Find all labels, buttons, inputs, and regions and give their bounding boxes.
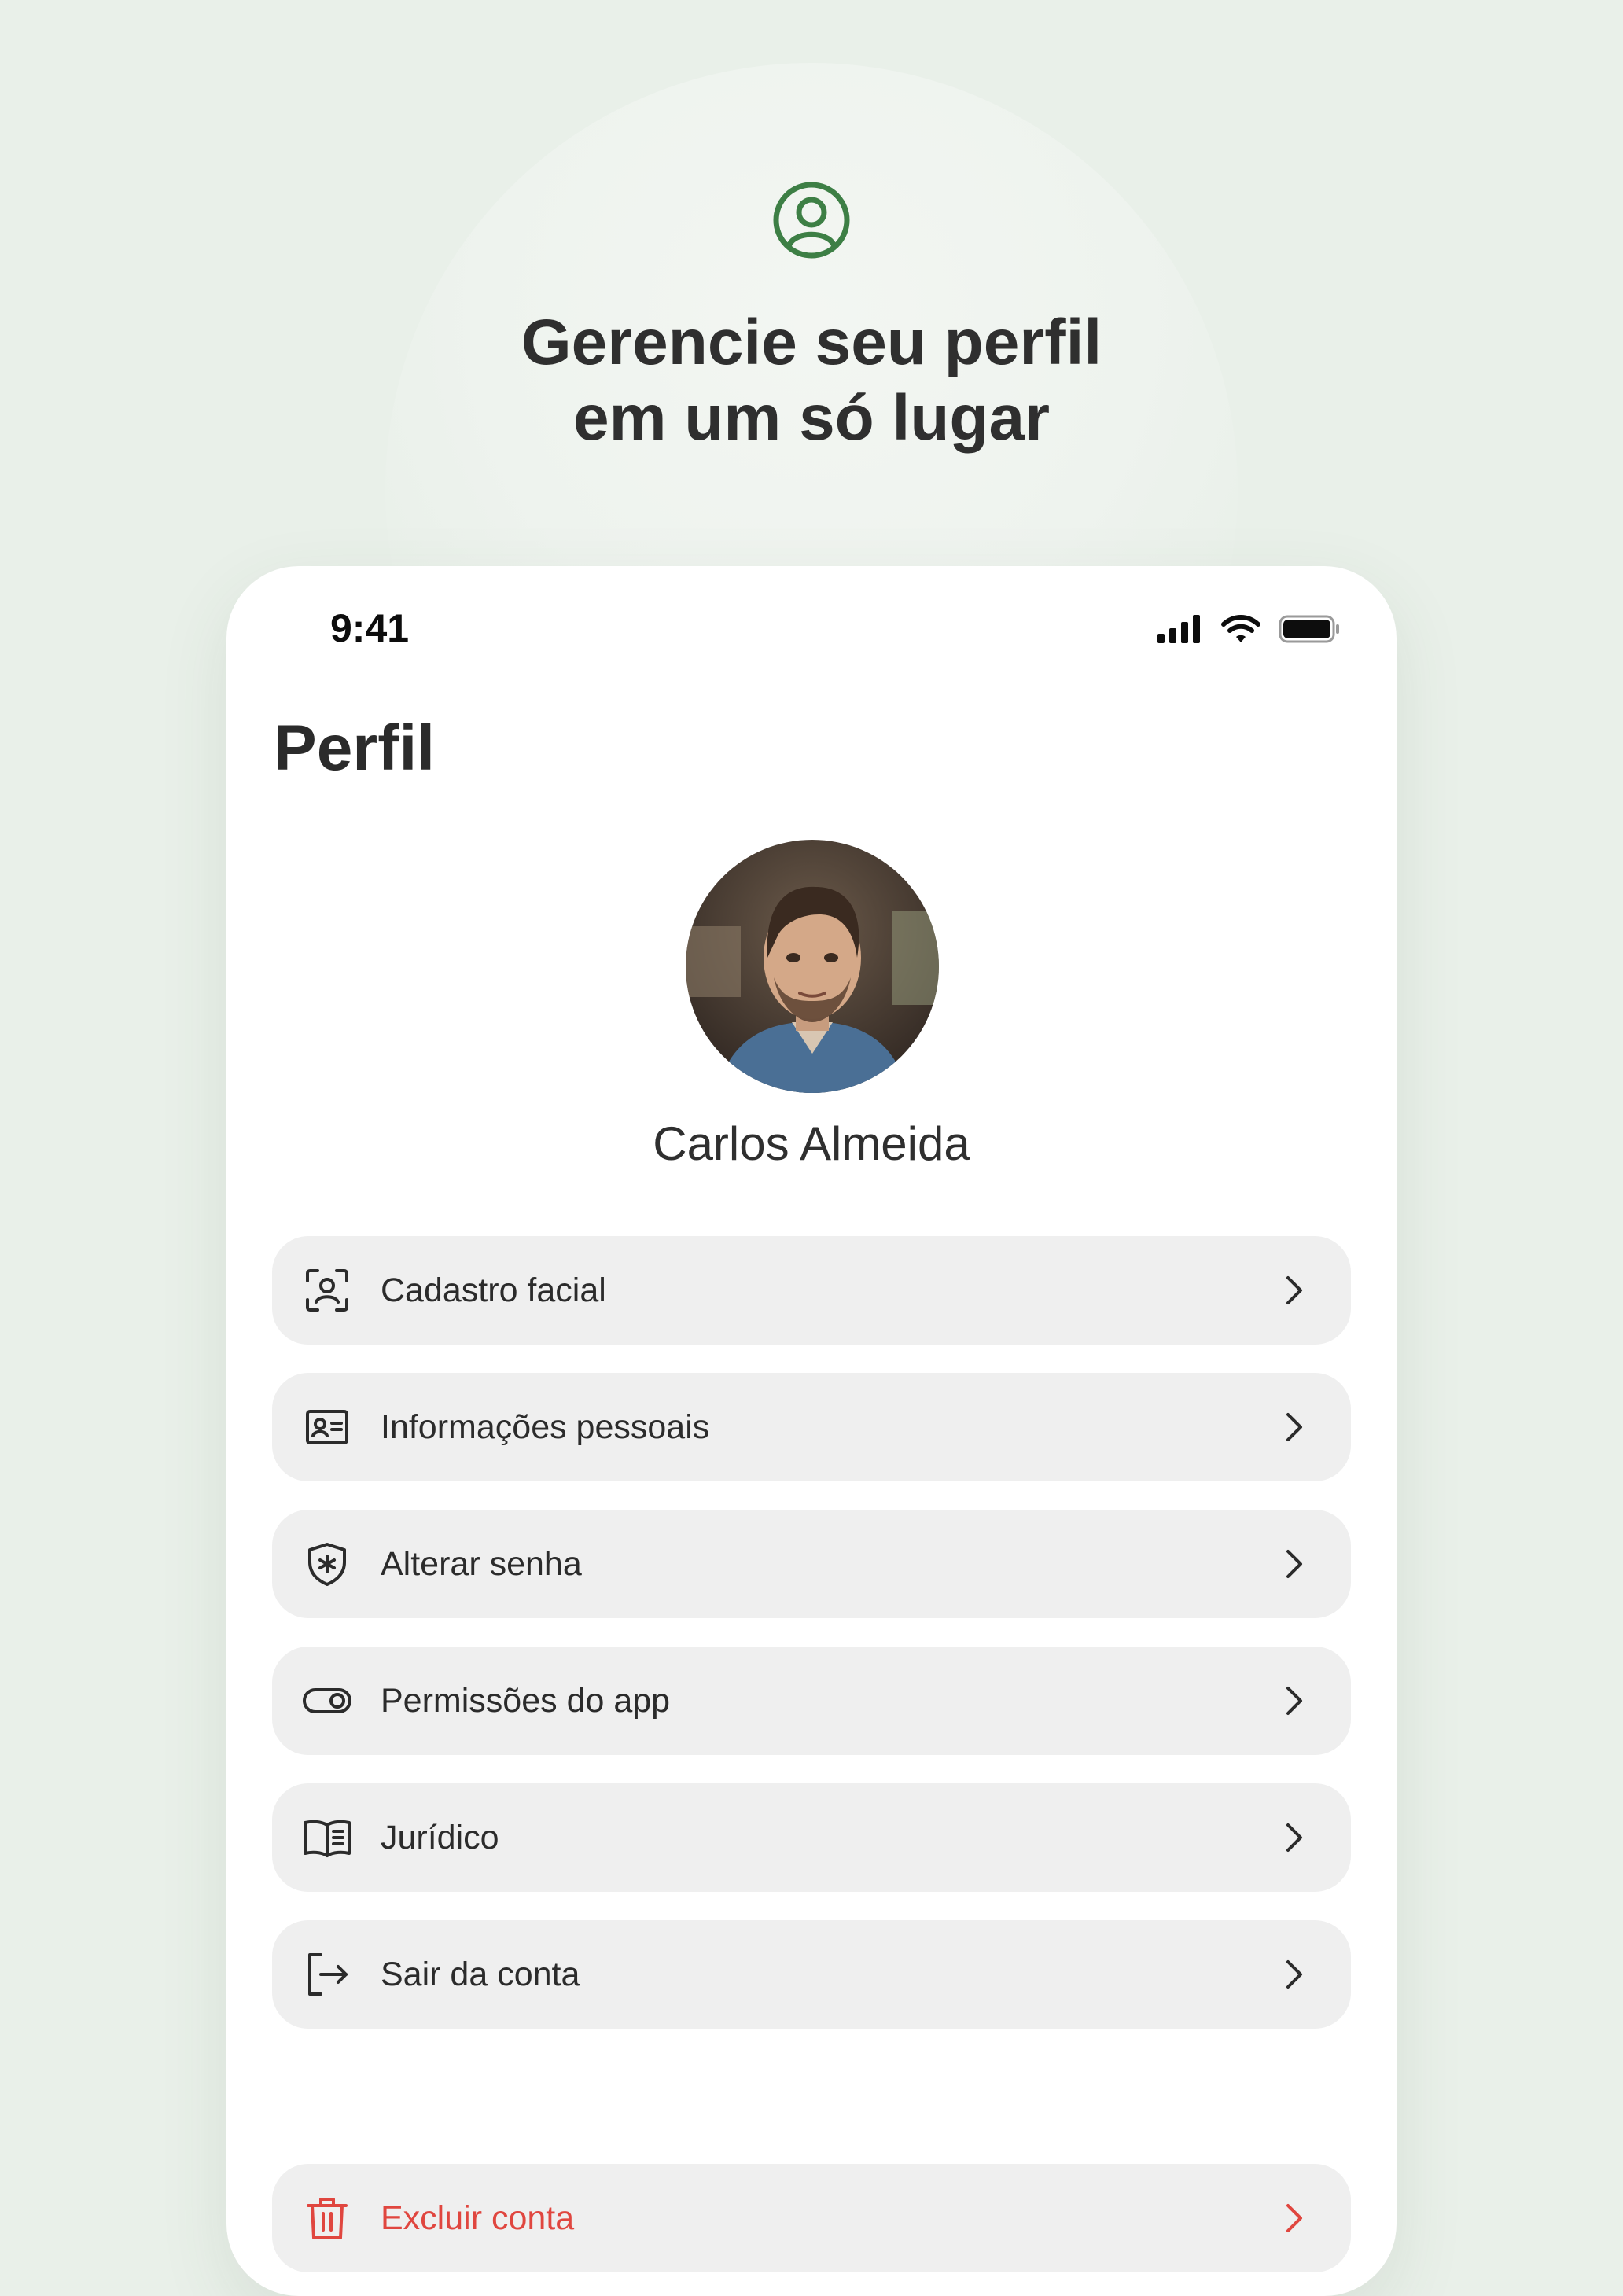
chevron-right-icon — [1286, 1823, 1302, 1852]
cellular-signal-icon — [1157, 615, 1200, 643]
menu-item-label: Jurídico — [381, 1818, 499, 1856]
wifi-icon — [1221, 615, 1260, 642]
status-icons — [1156, 613, 1341, 645]
chevron-right-icon — [1286, 1276, 1302, 1304]
status-time: 9:41 — [330, 606, 410, 650]
user-circle-icon — [773, 182, 850, 259]
id-card-icon — [302, 1402, 352, 1452]
toggle-icon — [302, 1676, 352, 1726]
menu-item-label: Alterar senha — [381, 1544, 582, 1583]
logout-icon — [302, 1949, 352, 2000]
avatar-photo — [686, 840, 939, 1093]
profile-menu: Cadastro facial Informações pessoais Alt… — [272, 1236, 1351, 2296]
hero-title-line-1: Gerencie seu perfil — [521, 307, 1102, 378]
shield-asterisk-icon — [302, 1539, 352, 1589]
book-icon — [302, 1812, 352, 1863]
phone-frame: 9:41 Perfil Carlos Almeida Cadastro faci… — [226, 566, 1397, 2296]
menu-item-label: Cadastro facial — [381, 1271, 606, 1309]
menu-item-label: Sair da conta — [381, 1955, 580, 1993]
menu-item-sair-da-conta[interactable]: Sair da conta — [272, 1920, 1351, 2029]
battery-icon — [1279, 615, 1339, 643]
menu-item-label: Excluir conta — [381, 2198, 575, 2237]
chevron-right-icon — [1286, 1413, 1302, 1441]
menu-item-label: Permissões do app — [381, 1681, 671, 1720]
menu-item-permissoes-do-app[interactable]: Permissões do app — [272, 1647, 1351, 1755]
face-scan-icon — [302, 1265, 352, 1315]
menu-item-excluir-conta[interactable]: Excluir conta — [272, 2164, 1351, 2272]
trash-icon — [302, 2193, 352, 2243]
page-title: Perfil — [274, 712, 436, 784]
menu-item-informacoes-pessoais[interactable]: Informações pessoais — [272, 1373, 1351, 1481]
chevron-right-icon — [1286, 1550, 1302, 1578]
avatar — [686, 840, 939, 1093]
chevron-right-icon — [1286, 1687, 1302, 1715]
hero-title: Gerencie seu perfil em um só lugar — [0, 305, 1623, 456]
menu-item-label: Informações pessoais — [381, 1407, 710, 1446]
menu-item-cadastro-facial[interactable]: Cadastro facial — [272, 1236, 1351, 1345]
hero-title-line-2: em um só lugar — [572, 382, 1051, 454]
menu-item-juridico[interactable]: Jurídico — [272, 1783, 1351, 1892]
chevron-right-icon — [1286, 2204, 1302, 2232]
menu-item-alterar-senha[interactable]: Alterar senha — [272, 1510, 1351, 1618]
user-name: Carlos Almeida — [653, 1117, 970, 1170]
chevron-right-icon — [1286, 1960, 1302, 1989]
